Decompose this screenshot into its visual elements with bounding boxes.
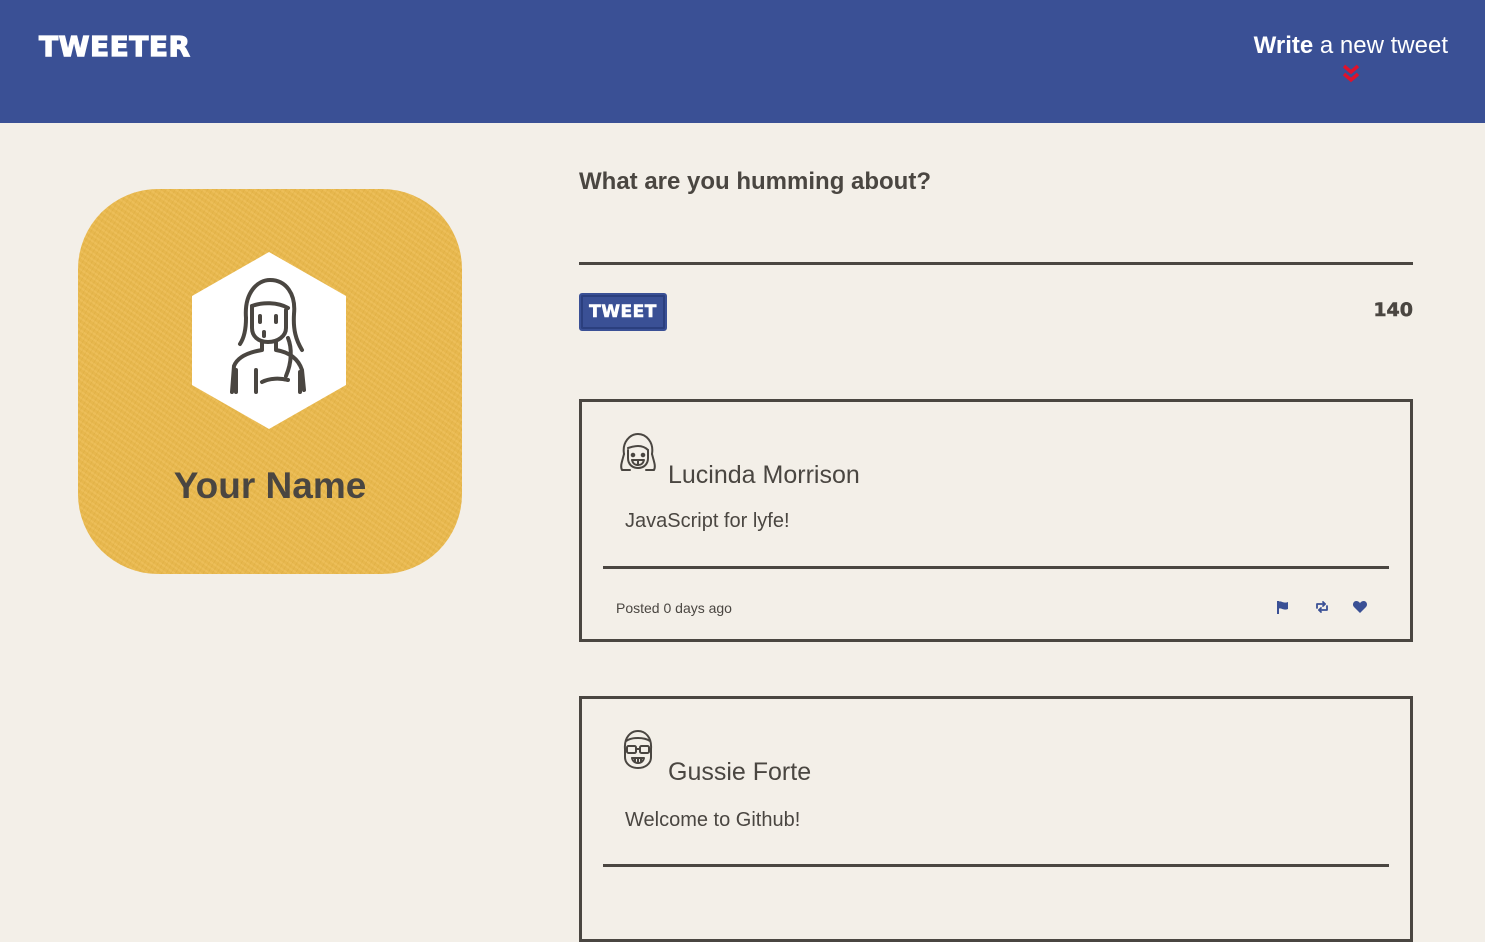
write-new-tweet-toggle[interactable]: Write a new tweet (1254, 30, 1448, 84)
tweet-content: JavaScript for lyfe! (625, 510, 790, 532)
double-chevron-down-icon[interactable] (1342, 64, 1360, 84)
tweet-divider (603, 864, 1389, 867)
smiling-girl-avatar-icon (620, 433, 656, 471)
character-counter: 140 (1373, 299, 1413, 322)
tweet-author-name: Lucinda Morrison (668, 461, 860, 489)
top-navigation-bar: TWEETER Write a new tweet (0, 0, 1485, 123)
write-new-tweet-label[interactable]: Write a new tweet (1254, 30, 1448, 62)
write-new-tweet-label-strong: Write (1253, 32, 1314, 59)
tweet-submit-button[interactable]: TWEET (579, 293, 667, 331)
profile-card: Your Name (78, 189, 462, 574)
tweet-divider (603, 566, 1389, 569)
tweet-author-name: Gussie Forte (668, 758, 812, 786)
tweet-actions (1257, 598, 1368, 618)
glasses-avatar-icon (623, 730, 653, 769)
tweet-content: Welcome to Github! (625, 809, 801, 831)
composer-prompt: What are you humming about? (579, 168, 931, 195)
tweet-footer: Posted 0 days ago (616, 600, 1368, 620)
brand-logo[interactable]: TWEETER (38, 29, 190, 63)
write-new-tweet-label-rest: a new tweet (1313, 32, 1448, 59)
tweet-card: Lucinda Morrison JavaScript for lyfe! Po… (579, 399, 1413, 642)
retweet-icon[interactable] (1314, 599, 1330, 615)
tweet-card: Gussie Forte Welcome to Github! (579, 696, 1413, 942)
profile-name: Your Name (173, 465, 367, 506)
heart-icon[interactable] (1352, 599, 1368, 615)
flag-icon[interactable] (1275, 599, 1291, 615)
tweet-text-input[interactable] (579, 218, 1413, 265)
user-avatar-icon (192, 252, 346, 429)
tweet-timestamp: Posted 0 days ago (616, 600, 732, 616)
